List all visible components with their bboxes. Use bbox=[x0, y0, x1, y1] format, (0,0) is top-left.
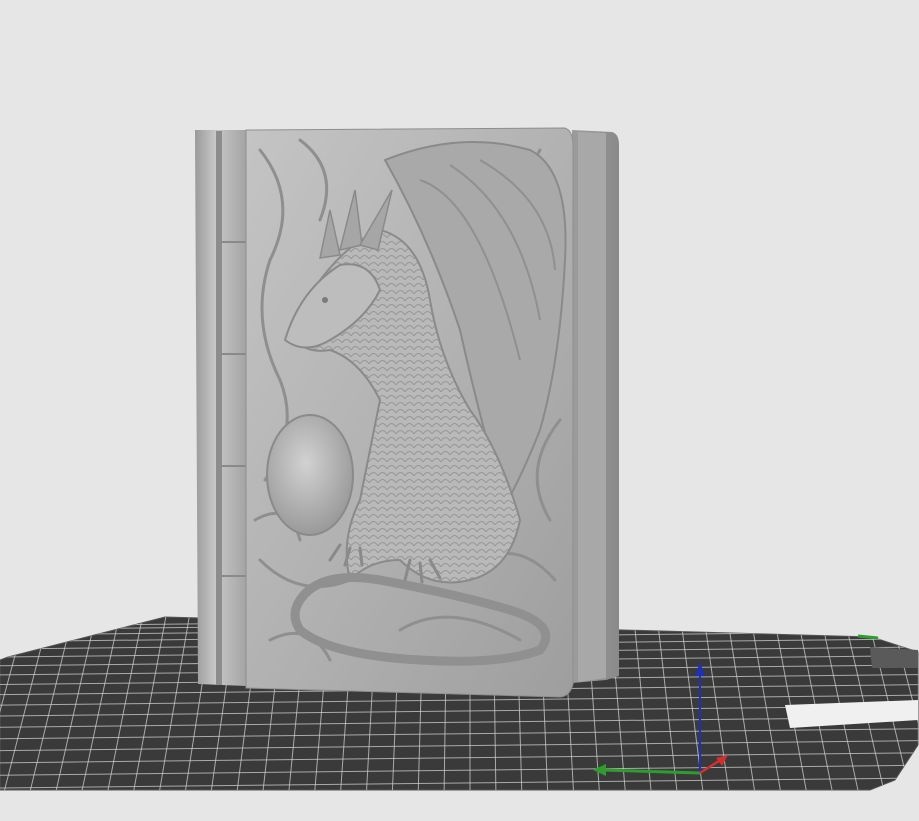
relief-dragon-eye bbox=[322, 297, 328, 303]
model-dragon-book[interactable] bbox=[195, 127, 619, 698]
plate-label-tab bbox=[870, 647, 918, 668]
model-pages-edge bbox=[578, 132, 606, 682]
spine-groove bbox=[216, 131, 222, 685]
grid-line-row bbox=[0, 791, 919, 801]
3d-viewport[interactable] bbox=[0, 0, 919, 821]
plate-marker bbox=[857, 634, 879, 640]
relief-dragon-egg bbox=[266, 414, 354, 536]
scene-canvas[interactable] bbox=[0, 0, 919, 821]
